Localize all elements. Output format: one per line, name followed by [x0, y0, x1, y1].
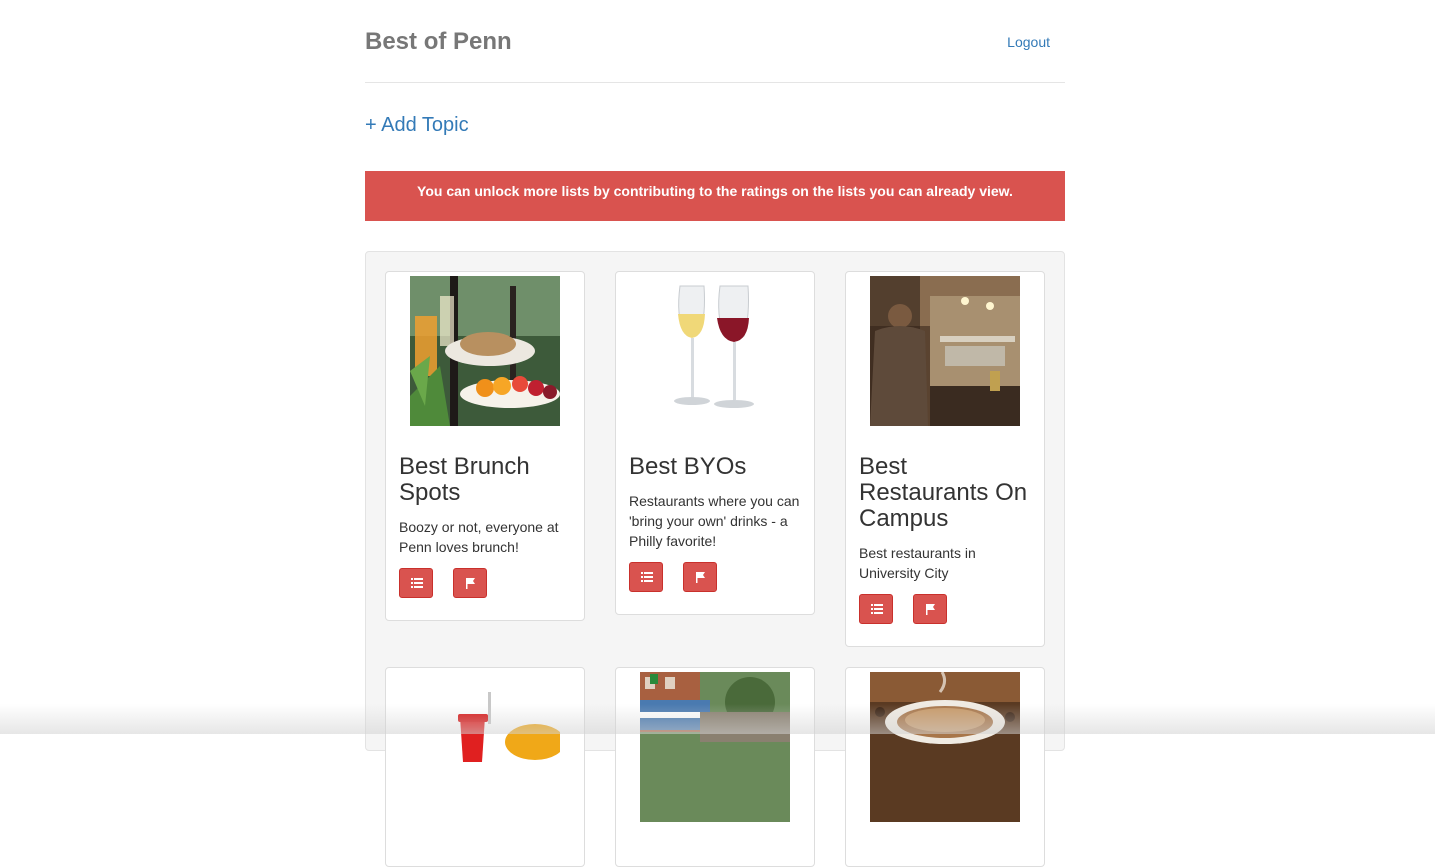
topics-grid: Best Brunch Spots Boozy or not, everyone…	[365, 251, 1065, 867]
view-list-button[interactable]	[399, 568, 433, 598]
topic-card-brunch: Best Brunch Spots Boozy or not, everyone…	[385, 271, 585, 621]
brand-title[interactable]: Best of Penn	[365, 28, 512, 56]
list-icon	[411, 578, 423, 588]
view-list-button[interactable]	[859, 594, 893, 624]
flag-icon	[926, 604, 935, 615]
topic-description: Restaurants where you can 'bring your ow…	[629, 493, 800, 549]
main-container: Best of Penn Logout + Add Topic You can …	[365, 0, 1065, 867]
alert-message: You can unlock more lists by contributin…	[417, 183, 1013, 199]
topic-description: Boozy or not, everyone at Penn loves bru…	[399, 519, 559, 555]
topic-title[interactable]: Best Brunch Spots	[399, 454, 574, 506]
topic-title[interactable]: Best Restaurants On Campus	[859, 454, 1034, 532]
flag-button[interactable]	[453, 568, 487, 598]
topic-card-campus: Best Restaurants On Campus Best restaura…	[845, 271, 1045, 647]
flag-icon	[696, 572, 705, 583]
kitchen-image[interactable]	[870, 276, 1020, 426]
list-icon	[641, 572, 653, 582]
add-topic-link[interactable]: + Add Topic	[365, 114, 469, 137]
logout-link[interactable]: Logout	[1007, 34, 1050, 50]
fast-food-image[interactable]	[410, 672, 560, 822]
brunch-image[interactable]	[410, 276, 560, 426]
flag-button[interactable]	[913, 594, 947, 624]
food-truck-image[interactable]	[640, 672, 790, 822]
list-icon	[871, 604, 883, 614]
coffee-image[interactable]	[870, 672, 1020, 822]
topic-description: Best restaurants in University City	[859, 545, 976, 581]
view-list-button[interactable]	[629, 562, 663, 592]
topic-card-food-trucks	[615, 667, 815, 867]
unlock-alert: You can unlock more lists by contributin…	[365, 171, 1065, 221]
bottom-fade	[0, 704, 1435, 734]
byo-image[interactable]	[640, 276, 790, 426]
topic-card-fast-food	[385, 667, 585, 867]
topic-card-byos: Best BYOs Restaurants where you can 'bri…	[615, 271, 815, 615]
flag-button[interactable]	[683, 562, 717, 592]
flag-icon	[466, 578, 475, 589]
navbar: Best of Penn Logout	[365, 0, 1065, 83]
topic-title[interactable]: Best BYOs	[629, 454, 804, 480]
topic-card-coffee	[845, 667, 1045, 867]
